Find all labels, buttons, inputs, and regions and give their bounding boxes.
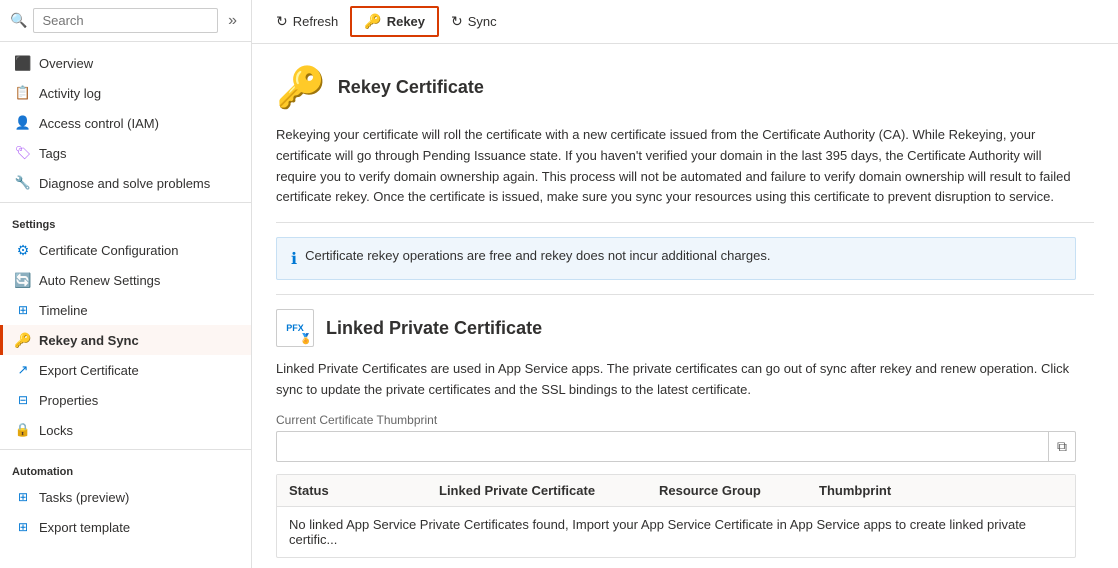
sidebar-item-auto-renew[interactable]: 🔄 Auto Renew Settings — [0, 265, 251, 295]
col-resource-group: Resource Group — [659, 483, 819, 498]
tasks-icon: ⊞ — [15, 489, 31, 505]
sidebar-item-label: Access control (IAM) — [39, 116, 159, 131]
sidebar-item-export-cert[interactable]: ↗ Export Certificate — [0, 355, 251, 385]
rekey-description: Rekeying your certificate will roll the … — [276, 125, 1076, 208]
sidebar-item-rekey-sync[interactable]: 🔑 Rekey and Sync — [0, 325, 251, 355]
rekey-button[interactable]: 🔑 Rekey — [350, 6, 439, 37]
export-template-icon: ⊞ — [15, 519, 31, 535]
settings-section-title: Settings — [0, 207, 251, 235]
search-bar[interactable]: 🔍 » — [0, 0, 251, 42]
sidebar-item-timeline[interactable]: ⊞ Timeline — [0, 295, 251, 325]
search-icon: 🔍 — [10, 12, 27, 29]
rekey-section-header: 🔑 Rekey Certificate — [276, 64, 1094, 111]
info-box: ℹ Certificate rekey operations are free … — [276, 237, 1076, 280]
sync-button[interactable]: ↻ Sync — [439, 8, 509, 35]
linked-section-header: PFX 🏅 Linked Private Certificate — [276, 309, 1094, 347]
cert-config-icon: ⚙ — [15, 242, 31, 258]
refresh-button[interactable]: ↻ Refresh — [264, 8, 350, 35]
col-linked-cert: Linked Private Certificate — [439, 483, 659, 498]
thumbprint-input-row: ⧉ — [276, 431, 1076, 462]
sidebar-item-label: Locks — [39, 423, 73, 438]
sidebar-item-label: Overview — [39, 56, 93, 71]
rekey-section-title: Rekey Certificate — [338, 77, 484, 98]
sidebar-item-label: Export template — [39, 520, 130, 535]
automation-section-title: Automation — [0, 454, 251, 482]
sidebar-item-activity-log[interactable]: 📋 Activity log — [0, 78, 251, 108]
overview-icon: ⬛ — [15, 55, 31, 71]
tags-icon: 🏷 — [15, 145, 31, 161]
sidebar-item-label: Export Certificate — [39, 363, 139, 378]
sidebar-item-access-control[interactable]: 👤 Access control (IAM) — [0, 108, 251, 138]
sync-label: Sync — [468, 14, 497, 29]
search-input[interactable] — [33, 8, 218, 33]
table-header-row: Status Linked Private Certificate Resour… — [277, 475, 1075, 507]
linked-section-title: Linked Private Certificate — [326, 318, 542, 339]
sidebar-item-label: Certificate Configuration — [39, 243, 178, 258]
properties-icon: ⊟ — [15, 392, 31, 408]
access-control-icon: 👤 — [15, 115, 31, 131]
col-status: Status — [289, 483, 439, 498]
sidebar-item-label: Auto Renew Settings — [39, 273, 160, 288]
pfx-badge: 🏅 — [300, 334, 312, 345]
copy-thumbprint-button[interactable]: ⧉ — [1048, 432, 1075, 461]
sidebar-item-label: Rekey and Sync — [39, 333, 139, 348]
timeline-icon: ⊞ — [15, 302, 31, 318]
sidebar-item-locks[interactable]: 🔒 Locks — [0, 415, 251, 445]
activity-log-icon: 📋 — [15, 85, 31, 101]
refresh-label: Refresh — [293, 14, 339, 29]
pfx-text: PFX — [286, 323, 304, 333]
sidebar-item-label: Timeline — [39, 303, 88, 318]
sidebar-item-label: Diagnose and solve problems — [39, 176, 210, 191]
sidebar-item-label: Tags — [39, 146, 66, 161]
sidebar-item-tasks[interactable]: ⊞ Tasks (preview) — [0, 482, 251, 512]
main-content: ↻ Refresh 🔑 Rekey ↻ Sync 🔑 Rekey Certifi… — [252, 0, 1118, 568]
sidebar: 🔍 » ⬛ Overview 📋 Activity log 👤 Access c… — [0, 0, 252, 568]
sync-icon: ↻ — [451, 13, 463, 30]
export-cert-icon: ↗ — [15, 362, 31, 378]
linked-description: Linked Private Certificates are used in … — [276, 359, 1076, 401]
toolbar: ↻ Refresh 🔑 Rekey ↻ Sync — [252, 0, 1118, 44]
content-area: 🔑 Rekey Certificate Rekeying your certif… — [252, 44, 1118, 568]
rekey-sync-icon: 🔑 — [15, 332, 31, 348]
rekey-key-icon: 🔑 — [276, 64, 326, 111]
locks-icon: 🔒 — [15, 422, 31, 438]
pfx-icon: PFX 🏅 — [276, 309, 314, 347]
sidebar-item-label: Tasks (preview) — [39, 490, 129, 505]
sidebar-item-cert-config[interactable]: ⚙ Certificate Configuration — [0, 235, 251, 265]
sidebar-item-export-template[interactable]: ⊞ Export template — [0, 512, 251, 542]
diagnose-icon: 🔧 — [15, 175, 31, 191]
thumbprint-label: Current Certificate Thumbprint — [276, 413, 1094, 427]
sidebar-item-diagnose[interactable]: 🔧 Diagnose and solve problems — [0, 168, 251, 198]
collapse-button[interactable]: » — [224, 10, 241, 32]
sidebar-item-properties[interactable]: ⊟ Properties — [0, 385, 251, 415]
auto-renew-icon: 🔄 — [15, 272, 31, 288]
info-text: Certificate rekey operations are free an… — [305, 248, 770, 263]
sidebar-nav: ⬛ Overview 📋 Activity log 👤 Access contr… — [0, 42, 251, 548]
sidebar-item-overview[interactable]: ⬛ Overview — [0, 48, 251, 78]
sidebar-item-label: Activity log — [39, 86, 101, 101]
sidebar-item-label: Properties — [39, 393, 98, 408]
rekey-icon: 🔑 — [364, 13, 381, 30]
refresh-icon: ↻ — [276, 13, 288, 30]
col-thumbprint: Thumbprint — [819, 483, 1063, 498]
info-icon: ℹ — [291, 249, 297, 269]
sidebar-item-tags[interactable]: 🏷 Tags — [0, 138, 251, 168]
thumbprint-input[interactable] — [277, 433, 1048, 460]
rekey-label: Rekey — [387, 14, 425, 29]
table-empty-message: No linked App Service Private Certificat… — [277, 507, 1075, 557]
linked-certs-table: Status Linked Private Certificate Resour… — [276, 474, 1076, 558]
